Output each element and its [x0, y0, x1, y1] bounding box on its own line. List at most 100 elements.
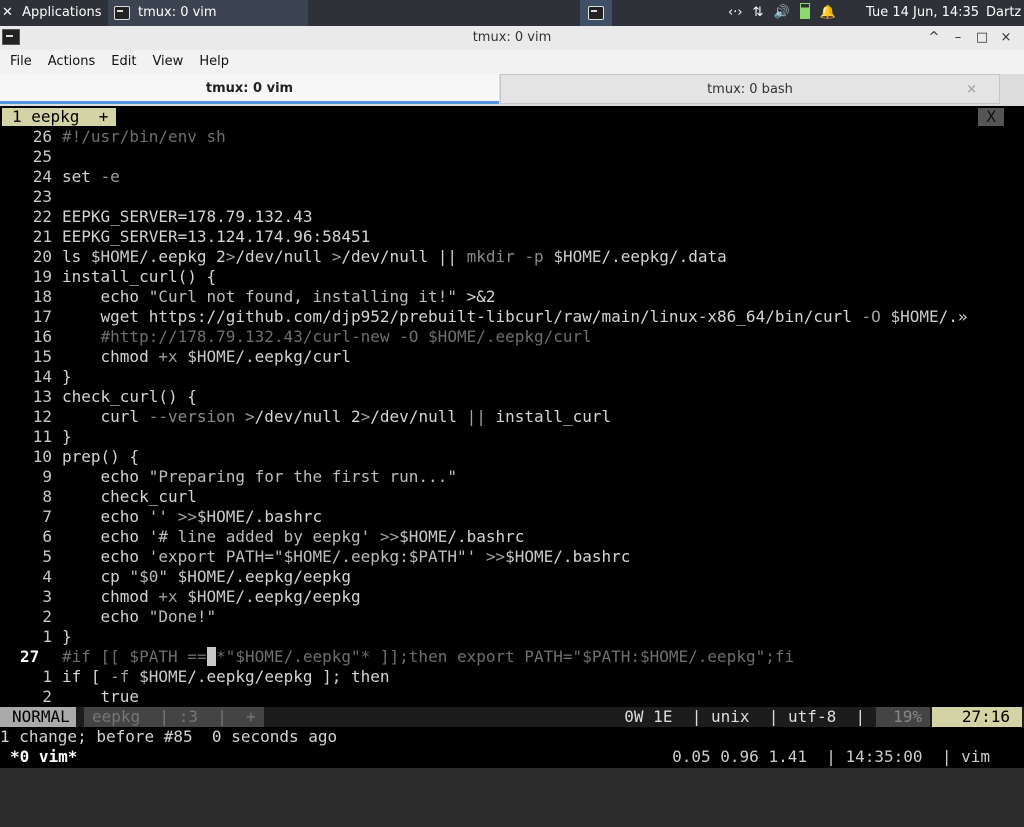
tmux-close-button[interactable]: X [978, 108, 1004, 126]
line-number: 16 [32, 327, 52, 346]
code-line[interactable]: 10 prep() { [0, 447, 139, 467]
code-token: /.» [938, 307, 968, 326]
code-token: /dev/null [235, 247, 332, 266]
workspace-terminal-button[interactable] [580, 0, 612, 26]
code-token: install_curl [485, 407, 612, 426]
window-titlebar[interactable]: tmux: 0 vim ^ – □ × [0, 26, 1024, 50]
network-arrows-icon[interactable]: ‹·› [728, 0, 743, 26]
vim-message-line: 1 change; before #85 0 seconds ago [0, 727, 338, 746]
code-line[interactable]: 19 install_curl() { [0, 267, 216, 287]
battery-icon[interactable] [799, 3, 810, 19]
code-token: EEPKG_SERVER=178.79.132.43 [62, 207, 313, 226]
code-token: install_curl() { [62, 267, 217, 286]
code-token: chmod [62, 587, 159, 606]
tab-tmux-vim[interactable]: tmux: 0 vim [0, 74, 499, 104]
code-line[interactable]: 1 if [ -f $HOME/.eepkg/eepkg ]; then [0, 667, 389, 687]
tmux-status-bar: *0 vim* 0.05 0.96 1.41 | 14:35:00 | vim [0, 747, 1024, 767]
tmux-window-bar: 1 eepkg + X [0, 106, 1024, 126]
tab-close-icon[interactable]: × [966, 75, 977, 105]
code-token: /.eepkg/eepkg [225, 567, 352, 586]
line-number: 2 [42, 687, 52, 706]
panel-clock[interactable]: Tue 14 Jun, 14:35 [866, 0, 979, 26]
code-token: true [62, 687, 140, 706]
code-token: $HOME [505, 547, 554, 566]
code-line[interactable]: 24 set -e [0, 167, 120, 187]
code-line[interactable]: 1} [0, 627, 71, 647]
line-number: 25 [32, 147, 52, 166]
menu-view[interactable]: View [142, 50, 189, 74]
shade-button[interactable]: ^ [922, 26, 946, 50]
vim-file-info: eepkg | :3 | + [84, 707, 264, 727]
volume-icon[interactable]: 🔊 [773, 0, 789, 26]
code-line[interactable]: 18 echo "Curl not found, installing it!"… [0, 287, 496, 307]
panel-user[interactable]: Dartz [986, 0, 1021, 26]
code-line-current[interactable]: 27 #if [[ $PATH == *"$HOME/.eepkg"* ]];th… [0, 647, 794, 667]
terminal-tabs: tmux: 0 vim tmux: 0 bash × [0, 74, 1024, 106]
code-token: check_curl() { [62, 387, 197, 406]
code-line[interactable]: 26 #!/usr/bin/env sh [0, 127, 226, 147]
line-number: 23 [32, 187, 52, 206]
transfer-icon[interactable]: ⇅ [753, 0, 764, 26]
tab-tmux-bash[interactable]: tmux: 0 bash × [500, 74, 1000, 104]
code-token: $HOME [90, 247, 140, 266]
line-number: 7 [42, 507, 52, 526]
menu-actions[interactable]: Actions [38, 50, 102, 74]
code-line[interactable]: 22 EEPKG_SERVER=178.79.132.43 [0, 207, 313, 227]
code-token: >> [167, 507, 197, 526]
text-cursor [206, 647, 217, 666]
line-number: 21 [32, 227, 52, 246]
code-line[interactable]: 20 ls $HOME/.eepkg 2>/dev/null >/dev/null… [0, 247, 727, 267]
code-line[interactable]: 25 [0, 147, 62, 167]
code-line[interactable]: 7 echo '' >>$HOME/.bashrc [0, 507, 322, 527]
menu-edit[interactable]: Edit [101, 50, 142, 74]
code-token: > [331, 247, 342, 266]
code-line[interactable]: 2 true [0, 687, 139, 707]
code-token: /dev/null 2 [254, 407, 361, 426]
code-line[interactable]: 21 EEPKG_SERVER=13.124.174.96:58451 [0, 227, 371, 247]
code-line[interactable]: 23 [0, 187, 62, 207]
code-line[interactable]: 15 chmod +x $HOME/.eepkg/curl [0, 347, 351, 367]
code-line[interactable]: 11} [0, 427, 72, 447]
bell-icon[interactable]: 🔔 [820, 0, 836, 26]
menu-help[interactable]: Help [189, 50, 235, 74]
tmux-session[interactable]: *0 vim* [10, 747, 77, 767]
applications-menu[interactable]: ✕ Applications [0, 0, 106, 26]
line-number: 4 [42, 567, 52, 586]
tab-label: tmux: 0 bash [707, 82, 793, 97]
code-line[interactable]: 14} [0, 367, 72, 387]
code-token: /.eepkg/eepkg [235, 587, 361, 606]
code-token: "Curl not found, installing it!" [148, 287, 457, 306]
tmux-window-tab[interactable]: 1 eepkg + [2, 108, 117, 126]
code-token: $HOME [177, 567, 226, 586]
minimize-button[interactable]: – [946, 26, 970, 50]
taskbar-item-tmux[interactable]: tmux: 0 vim [108, 0, 308, 26]
code-line[interactable]: 17 wget https://github.com/djp952/prebui… [0, 307, 968, 327]
close-button[interactable]: × [994, 26, 1018, 50]
code-token: wget https://github.com/djp952/prebuilt-… [62, 307, 862, 326]
code-token: 'export PATH="$HOME/.eepkg:$PATH"' [148, 547, 477, 566]
terminal-area[interactable]: 1 eepkg + X 26 #!/usr/bin/env sh 25 24 set -… [0, 106, 1024, 768]
code-token: echo [62, 287, 149, 306]
code-token: #if [[ $PATH == [62, 647, 207, 666]
code-line[interactable]: 8 check_curl [0, 487, 197, 507]
code-line[interactable]: 9 echo "Preparing for the first run..." [0, 467, 457, 487]
code-token: $HOME [187, 587, 236, 606]
code-line[interactable]: 6 echo '# line added by eepkg' >>$HOME/.… [0, 527, 524, 547]
code-token: "Preparing for the first run..." [148, 467, 457, 486]
code-token: || [466, 407, 486, 426]
code-token: } [62, 367, 72, 386]
code-line[interactable]: 5 echo 'export PATH="$HOME/.eepkg:$PATH"… [0, 547, 630, 567]
code-line[interactable]: 2 echo "Done!" [0, 607, 216, 627]
code-line[interactable]: 12 curl --version >/dev/null 2>/dev/null… [0, 407, 611, 427]
code-line[interactable]: 3 chmod +x $HOME/.eepkg/eepkg [0, 587, 361, 607]
code-token: #http://178.79.132.43/curl-new -O $HOME/… [62, 327, 592, 346]
code-line[interactable]: 13 check_curl() { [0, 387, 197, 407]
line-number: 2 [42, 607, 52, 626]
line-number: 22 [32, 207, 52, 226]
code-line[interactable]: 4 cp "$0" $HOME/.eepkg/eepkg [0, 567, 351, 587]
menu-bar: File Actions Edit View Help [0, 50, 1024, 74]
maximize-button[interactable]: □ [970, 26, 994, 50]
code-line[interactable]: 16 #http://178.79.132.43/curl-new -O $HO… [0, 327, 592, 347]
menu-file[interactable]: File [0, 50, 38, 74]
line-number: 5 [42, 547, 52, 566]
